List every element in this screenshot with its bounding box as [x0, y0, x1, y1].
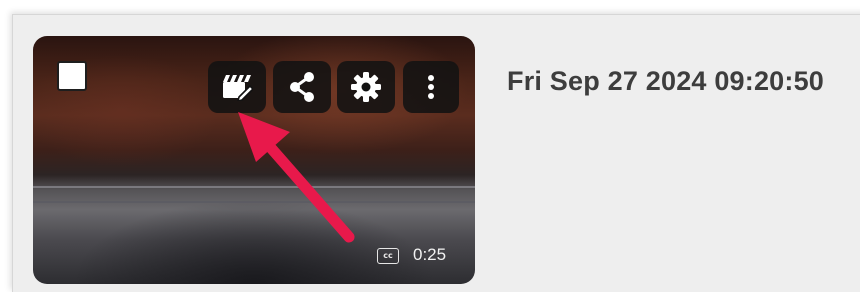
thumbnail-scene-line [33, 186, 475, 188]
edit-video-button[interactable] [208, 61, 266, 113]
thumbnail-scene-line [33, 201, 475, 203]
closed-captions-icon: cc [377, 248, 399, 264]
video-duration: 0:25 [413, 245, 447, 264]
more-options-button[interactable] [403, 61, 459, 113]
more-vertical-icon [426, 73, 436, 101]
gear-icon [350, 71, 382, 103]
share-button[interactable] [273, 61, 331, 113]
share-icon [287, 71, 317, 103]
select-checkbox[interactable] [57, 61, 87, 91]
settings-button[interactable] [337, 61, 395, 113]
video-thumbnail[interactable]: cc 0:25 [33, 36, 475, 284]
video-timestamp: Fri Sep 27 2024 09:20:50 [507, 66, 825, 96]
edit-video-icon [221, 73, 253, 101]
video-list-panel: cc 0:25 Fri Sep 27 2024 09:20:50 [12, 14, 860, 292]
